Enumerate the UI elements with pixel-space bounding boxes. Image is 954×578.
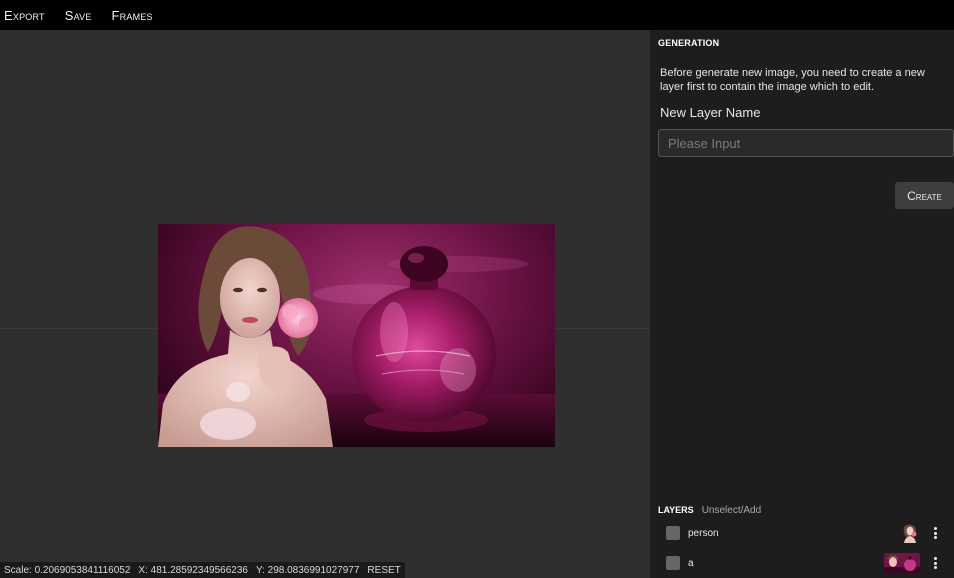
layer-menu-icon[interactable] <box>930 554 940 572</box>
reset-button[interactable]: RESET <box>367 565 400 576</box>
create-button[interactable]: Create <box>895 182 954 209</box>
generation-title: GENERATION <box>658 38 720 48</box>
generation-description: Before generate new image, you need to c… <box>660 67 925 93</box>
layer-name: person <box>688 527 719 539</box>
y-readout: Y: 298.0836991027977 <box>255 564 360 576</box>
layer-checkbox[interactable] <box>666 526 680 540</box>
side-panel: GENERATION Before generate new image, yo… <box>650 30 954 578</box>
canvas-image[interactable] <box>158 224 555 447</box>
menu-export[interactable]: Export <box>4 8 45 23</box>
canvas-area[interactable] <box>0 30 650 578</box>
menu-save[interactable]: Save <box>65 8 92 23</box>
x-readout: X: 481.28592349566236 <box>138 564 248 576</box>
perfume-ad-thumbnail-icon <box>884 553 920 573</box>
unselect-add-link[interactable]: Unselect/Add <box>702 505 761 516</box>
layer-name: a <box>688 557 694 569</box>
layer-menu-icon[interactable] <box>930 524 940 542</box>
layer-checkbox[interactable] <box>666 556 680 570</box>
status-bar: Scale: 0.2069053841116052 X: 481.2859234… <box>0 562 405 578</box>
person-thumbnail-icon <box>901 523 919 543</box>
new-layer-name-label: New Layer Name <box>660 105 761 120</box>
menu-frames[interactable]: Frames <box>112 8 153 23</box>
scale-readout: Scale: 0.2069053841116052 <box>4 564 131 576</box>
new-layer-name-input[interactable] <box>658 129 954 157</box>
menu-bar: Export Save Frames <box>0 0 954 30</box>
perfume-advertisement-image <box>158 226 555 447</box>
layer-row[interactable]: person <box>650 519 954 547</box>
layers-title: LAYERS <box>658 505 694 515</box>
layers-header: LAYERS Unselect/Add <box>658 505 761 516</box>
layer-row[interactable]: a <box>650 549 954 577</box>
